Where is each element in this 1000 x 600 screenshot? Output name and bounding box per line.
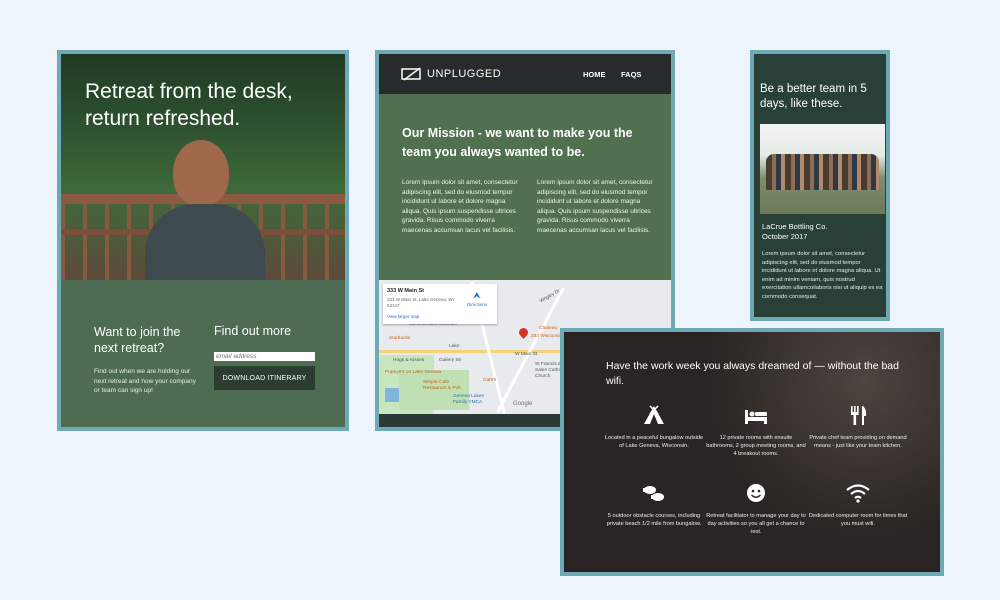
person-head	[173, 140, 229, 206]
wifi-icon	[846, 484, 870, 503]
nav-home-link[interactable]: HOME	[583, 70, 606, 79]
hero-card: Retreat from the desk, return refreshed.…	[57, 50, 349, 431]
directions-icon[interactable]: ⮝	[473, 290, 481, 301]
unplugged-logo-icon	[401, 67, 421, 81]
find-title: Find out more	[214, 324, 292, 338]
email-field[interactable]	[214, 352, 315, 361]
person-body	[145, 204, 265, 280]
team-body: Lorem ipsum dolor sit amet, consectetur …	[762, 251, 883, 300]
team-photo	[760, 124, 885, 214]
map-pin-icon[interactable]	[517, 326, 530, 339]
feature-item: 5 outdoor obstacle courses, including pr…	[604, 482, 704, 528]
smile-icon	[747, 484, 765, 502]
feature-text: Private chef team providing on demand me…	[809, 435, 907, 449]
mission-title: Our Mission - we want to make you the te…	[402, 126, 633, 159]
feature-item: Private chef team providing on demand me…	[808, 404, 908, 450]
nav-faqs-link[interactable]: FAQS	[621, 70, 641, 79]
retreat-date: October 2017	[762, 232, 808, 241]
map-label: 333 Wisconsin	[531, 334, 563, 339]
feature-text: Retreat facilitator to manage your day t…	[706, 513, 806, 535]
features-card: Have the work week you always dreamed of…	[560, 328, 944, 576]
map-address-detail: 333 W Main St, Lake Geneva, WI 53147	[387, 297, 454, 308]
join-title: Want to join the next retreat?	[94, 325, 181, 355]
team-card: Be a better team in 5 days, like these. …	[750, 50, 890, 321]
join-body: Find out when we are holding our next re…	[94, 368, 196, 394]
map-label: Gallery 56	[439, 358, 461, 363]
company-name: LaCrue Bottling Co.	[762, 222, 828, 231]
team-title: Be a better team in 5 days, like these.	[760, 83, 867, 110]
footprints-icon	[643, 486, 664, 501]
feature-item: Retreat facilitator to manage your day t…	[706, 482, 806, 536]
feature-text: Located in a peaceful bungalow outside o…	[604, 435, 704, 449]
team-group	[766, 154, 879, 190]
bed-icon	[745, 410, 767, 424]
directions-link[interactable]: Directions	[467, 302, 487, 307]
tent-icon	[644, 405, 664, 424]
map-label: W Main St	[515, 352, 538, 357]
mission-text-right: Lorem ipsum dolor sit amet, consectetur …	[537, 179, 653, 234]
mission-text-left: Lorem ipsum dolor sit amet, consectetur …	[402, 179, 518, 234]
map-label: Hogs & Kisses	[393, 358, 425, 363]
map-water	[385, 388, 399, 402]
map-label: Lake	[449, 344, 460, 349]
map-label: Chateau	[539, 326, 558, 331]
feature-item: Dedicated computer room for times that y…	[808, 482, 908, 528]
top-nav: UNPLUGGED HOME FAQS	[379, 54, 671, 94]
hero-headline: Retreat from the desk, return refreshed.	[85, 80, 293, 130]
map-info-card: 333 W Main St 333 W Main St, Lake Geneva…	[383, 284, 497, 324]
map-label: Starbucks	[389, 336, 411, 341]
feature-text: Dedicated computer room for times that y…	[808, 513, 908, 527]
map-address: 333 W Main St	[387, 288, 424, 294]
feature-text: 12 private rooms with ensuite bathrooms,…	[706, 435, 806, 457]
features-headline: Have the work week you always dreamed of…	[606, 360, 899, 387]
feature-item: 12 private rooms with ensuite bathrooms,…	[706, 404, 806, 458]
feature-text: 5 outdoor obstacle courses, including pr…	[606, 513, 702, 527]
map-label: Geneva Lakes Family YMCA	[453, 394, 484, 405]
map-label: Simple Cafe Restaurant & Pub	[423, 380, 461, 391]
download-itinerary-button[interactable]: DOWNLOAD ITINERARY	[214, 366, 315, 390]
feature-item: Located in a peaceful bungalow outside o…	[604, 404, 704, 450]
map-label: Cafe's	[483, 378, 497, 383]
utensils-icon	[851, 406, 867, 425]
larger-map-link[interactable]: View larger map	[387, 314, 419, 319]
map-label: Popeye's on Lake Geneva	[385, 370, 442, 375]
google-logo: Google	[513, 401, 533, 407]
brand-name: UNPLUGGED	[427, 68, 502, 80]
